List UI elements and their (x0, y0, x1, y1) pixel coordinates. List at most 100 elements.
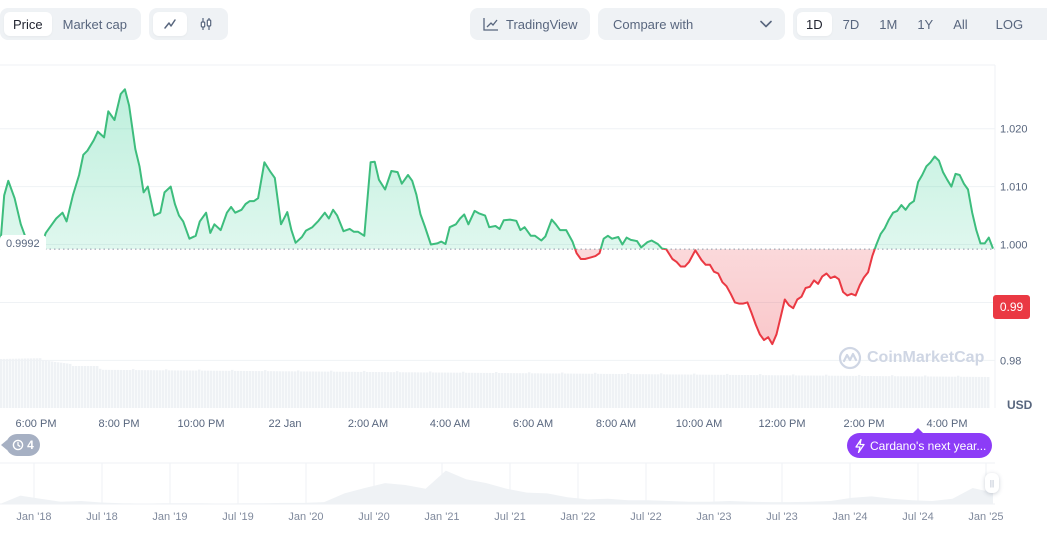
volume-bar (147, 370, 150, 408)
volume-bar (945, 376, 948, 408)
volume-bar (264, 370, 267, 408)
volume-bar (135, 370, 138, 408)
volume-bar (771, 375, 774, 408)
volume-bar (519, 373, 522, 408)
volume-bar (372, 372, 375, 408)
volume-bar (6, 358, 9, 408)
volume-bar (450, 372, 453, 408)
volume-bar (39, 358, 42, 408)
volume-bar (606, 373, 609, 408)
volume-bar (492, 372, 495, 408)
volume-bar (468, 372, 471, 408)
x-tick-label: 6:00 AM (513, 418, 553, 430)
volume-bar (972, 376, 975, 408)
volume-bar (132, 369, 135, 408)
volume-bar (594, 372, 597, 408)
news-pill[interactable]: Cardano's next year... (847, 428, 992, 458)
volume-bar (141, 370, 144, 408)
volume-bar (165, 369, 168, 408)
events-count: 4 (27, 438, 34, 452)
volume-bar (111, 369, 114, 408)
tab-price[interactable]: Price (4, 12, 52, 36)
volume-bar (303, 371, 306, 408)
compare-label: Compare with (613, 16, 694, 32)
volume-bar (549, 373, 552, 408)
range-1m[interactable]: 1M (870, 12, 906, 36)
volume-bar (345, 371, 348, 408)
volume-bar (921, 376, 924, 408)
volume-bar (726, 373, 729, 408)
x-tick-label: 22 Jan (268, 418, 301, 430)
volume-bar (201, 370, 204, 408)
coinmarketcap-watermark: CoinMarketCap (838, 346, 984, 370)
volume-bar (495, 372, 498, 408)
volume-bar (576, 373, 579, 408)
volume-bar (588, 373, 591, 408)
volume-bar (402, 372, 405, 408)
volume-bar (288, 371, 291, 408)
volume-bar (714, 374, 717, 408)
navigator-right-handle[interactable]: || (985, 473, 999, 493)
coinmarketcap-logo-icon (838, 346, 862, 370)
x-axis-ticks: 6:00 PM 8:00 PM 10:00 PM 22 Jan 2:00 AM 4:00 … (16, 418, 968, 430)
navigator-tick-label: Jul '24 (902, 511, 933, 523)
volume-bar (405, 372, 408, 408)
volume-bar (579, 373, 582, 408)
volume-bar (375, 372, 378, 408)
y-tick-label: 0.98 (1000, 355, 1021, 367)
events-badge[interactable]: 4 (1, 434, 40, 456)
x-tick-label: 4:00 PM (927, 418, 968, 430)
volume-bar (447, 372, 450, 408)
range-1y[interactable]: 1Y (908, 12, 942, 36)
more-options-button[interactable]: ··· (1042, 12, 1047, 36)
volume-bar (978, 376, 981, 408)
log-scale-button[interactable]: LOG (987, 12, 1032, 36)
volume-bar (648, 374, 651, 408)
volume-bar (918, 376, 921, 408)
volume-bar (306, 371, 309, 408)
range-navigator[interactable]: Jan '18 Jul '18 Jan '19 Jul '19 Jan '20 Jul '… (0, 462, 1047, 552)
volume-bar (609, 373, 612, 408)
volume-bar (294, 371, 297, 408)
candlestick-chart-button[interactable] (189, 12, 223, 36)
volume-bar (837, 375, 840, 408)
range-7d[interactable]: 7D (834, 12, 869, 36)
volume-bar (900, 376, 903, 408)
volume-bar (339, 371, 342, 408)
range-1d[interactable]: 1D (797, 12, 832, 36)
volume-bar (426, 372, 429, 408)
volume-bar (840, 375, 843, 408)
tradingview-label: TradingView (506, 16, 578, 32)
compare-with-dropdown[interactable]: Compare with (598, 8, 785, 40)
range-all[interactable]: All (944, 12, 976, 36)
volume-bar (510, 373, 513, 408)
x-tick-label: 4:00 AM (430, 418, 470, 430)
volume-bar (570, 373, 573, 408)
volume-bar (216, 370, 219, 408)
volume-bar (591, 373, 594, 408)
volume-bar (354, 371, 357, 408)
volume-bar (651, 374, 654, 408)
navigator-tick-label: Jan '19 (152, 511, 187, 523)
volume-bar (873, 376, 876, 408)
volume-bar (486, 372, 489, 408)
tab-market-cap[interactable]: Market cap (54, 12, 136, 36)
volume-bar (192, 370, 195, 408)
volume-bar (696, 374, 699, 408)
volume-bar (384, 372, 387, 408)
volume-bar (957, 375, 960, 408)
volume-bar (585, 373, 588, 408)
time-range-toggle: 1D 7D 1M 1Y All LOG ··· (793, 8, 1047, 40)
volume-bar (738, 374, 741, 408)
tradingview-button[interactable]: TradingView (470, 8, 590, 40)
volume-bar (717, 374, 720, 408)
volume-bar (168, 370, 171, 408)
volume-bar (792, 374, 795, 408)
volume-bar (759, 374, 762, 408)
volume-bar (279, 371, 282, 408)
line-chart-button[interactable] (153, 12, 187, 36)
price-chart[interactable]: 1.020 1.010 1.000 0.99 0.98 6:00 PM 8:00 PM 10… (0, 60, 1047, 460)
volume-bar (129, 370, 132, 408)
navigator-tick-label: Jul '23 (766, 511, 797, 523)
volume-bar (753, 375, 756, 408)
